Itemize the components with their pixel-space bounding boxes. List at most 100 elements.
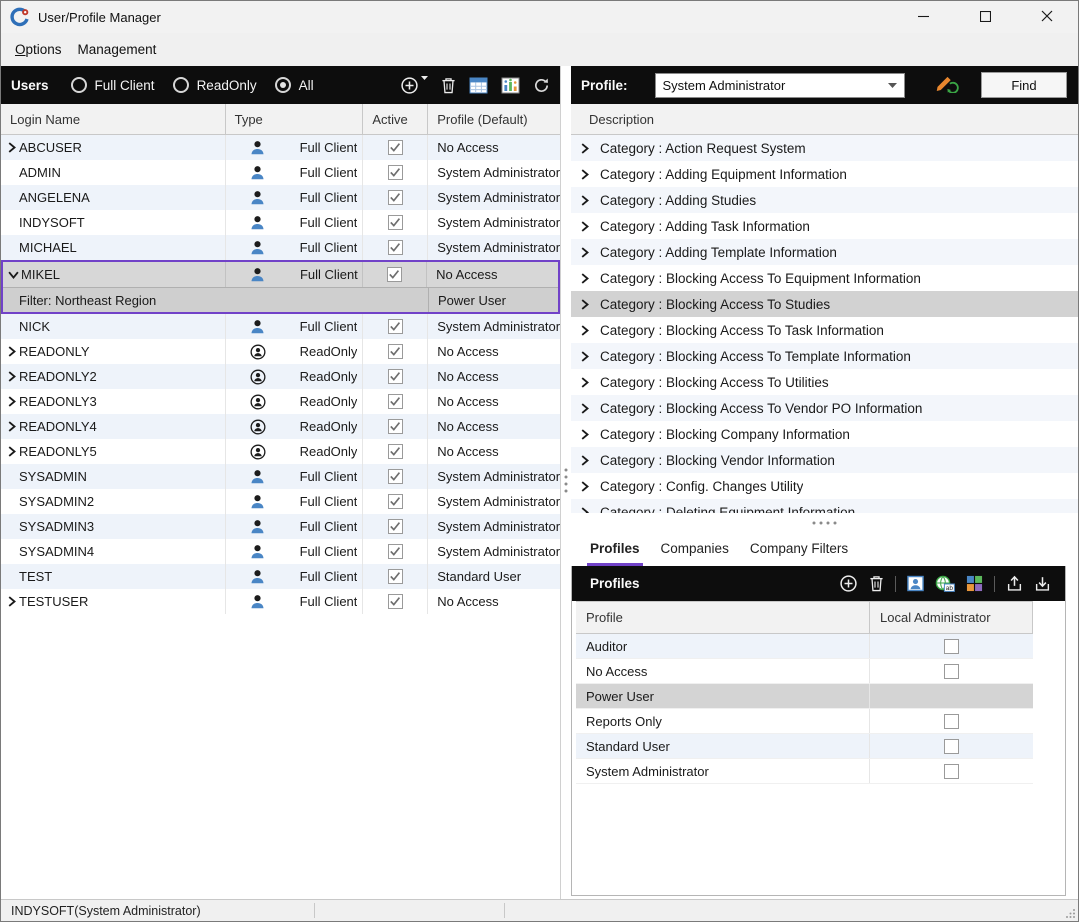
radio-readonly[interactable]: ReadOnly (173, 77, 257, 93)
active-checkbox[interactable] (388, 519, 403, 534)
expand-toggle-icon[interactable] (6, 396, 19, 407)
category-row[interactable]: Category : Blocking Access To Studies (571, 291, 1078, 317)
profile-row-standard-user[interactable]: Standard User (576, 734, 1033, 759)
active-checkbox[interactable] (388, 419, 403, 434)
category-row[interactable]: Category : Adding Studies (571, 187, 1078, 213)
expand-toggle-icon[interactable] (579, 377, 590, 388)
category-row[interactable]: Category : Blocking Company Information (571, 421, 1078, 447)
active-checkbox[interactable] (388, 494, 403, 509)
active-checkbox[interactable] (388, 190, 403, 205)
active-checkbox[interactable] (388, 319, 403, 334)
active-checkbox[interactable] (388, 394, 403, 409)
category-row[interactable]: Category : Blocking Access To Template I… (571, 343, 1078, 369)
profile-row-auditor[interactable]: Auditor (576, 634, 1033, 659)
expand-toggle-icon[interactable] (6, 446, 19, 457)
active-checkbox[interactable] (388, 569, 403, 584)
user-filter-subrow[interactable]: Filter: Northeast RegionPower User (3, 287, 558, 312)
active-checkbox[interactable] (388, 444, 403, 459)
radio-full-client[interactable]: Full Client (71, 77, 155, 93)
user-row-sysadmin3[interactable]: SYSADMIN3Full ClientSystem Administrator (1, 514, 560, 539)
category-row[interactable]: Category : Blocking Access To Vendor PO … (571, 395, 1078, 421)
expand-toggle-icon[interactable] (579, 403, 590, 414)
active-checkbox[interactable] (387, 267, 402, 282)
user-list-view-button[interactable] (469, 77, 488, 94)
profile-grid-button[interactable] (966, 575, 983, 592)
active-checkbox[interactable] (388, 165, 403, 180)
export-profiles-button[interactable] (1006, 575, 1023, 592)
tab-companies[interactable]: Companies (658, 533, 732, 566)
profile-row-power-user[interactable]: Power User (576, 684, 1033, 709)
user-row-michael[interactable]: MICHAELFull ClientSystem Administrator (1, 235, 560, 260)
profile-user-card-button[interactable] (907, 575, 924, 592)
delete-user-button[interactable] (441, 77, 456, 94)
close-button[interactable] (1016, 1, 1078, 33)
expand-toggle-icon[interactable] (6, 346, 19, 357)
expand-toggle-icon[interactable] (579, 169, 590, 180)
user-row-test[interactable]: TESTFull ClientStandard User (1, 564, 560, 589)
local-admin-checkbox[interactable] (944, 739, 959, 754)
profile-select[interactable]: System Administrator (655, 73, 905, 98)
active-checkbox[interactable] (388, 240, 403, 255)
active-checkbox[interactable] (388, 140, 403, 155)
panel-splitter[interactable] (561, 66, 571, 899)
user-row-abcuser[interactable]: ABCUSERFull ClientNo Access (1, 135, 560, 160)
expand-toggle-icon[interactable] (579, 325, 590, 336)
radio-all[interactable]: All (275, 77, 314, 93)
expand-toggle-icon[interactable] (579, 481, 590, 492)
profile-translate-button[interactable]: ab (935, 575, 955, 592)
column-header-login-name[interactable]: Login Name (1, 104, 226, 134)
active-checkbox[interactable] (388, 369, 403, 384)
add-user-button[interactable] (400, 76, 428, 95)
expand-toggle-icon[interactable] (579, 273, 590, 284)
resize-grip-icon[interactable] (1065, 908, 1076, 919)
expand-toggle-icon[interactable] (579, 299, 590, 310)
user-row-sysadmin4[interactable]: SYSADMIN4Full ClientSystem Administrator (1, 539, 560, 564)
profile-row-reports-only[interactable]: Reports Only (576, 709, 1033, 734)
expand-toggle-icon[interactable] (6, 596, 19, 607)
user-row-readonly5[interactable]: READONLY5ReadOnlyNo Access (1, 439, 560, 464)
add-profile-button[interactable] (839, 574, 858, 593)
tab-company-filters[interactable]: Company Filters (747, 533, 851, 566)
profile-sync-button[interactable] (936, 74, 959, 96)
category-row[interactable]: Category : Adding Template Information (571, 239, 1078, 265)
active-checkbox[interactable] (388, 215, 403, 230)
user-row-indysoft[interactable]: INDYSOFTFull ClientSystem Administrator (1, 210, 560, 235)
maximize-button[interactable] (954, 1, 1016, 33)
user-row-readonly4[interactable]: READONLY4ReadOnlyNo Access (1, 414, 560, 439)
user-row-mikel[interactable]: MIKELFull ClientNo Access (3, 262, 558, 287)
user-row-readonly3[interactable]: READONLY3ReadOnlyNo Access (1, 389, 560, 414)
active-checkbox[interactable] (388, 344, 403, 359)
category-row[interactable]: Category : Config. Changes Utility (571, 473, 1078, 499)
user-row-angelena[interactable]: ANGELENAFull ClientSystem Administrator (1, 185, 560, 210)
expand-toggle-icon[interactable] (579, 351, 590, 362)
user-row-testuser[interactable]: TESTUSERFull ClientNo Access (1, 589, 560, 614)
local-admin-checkbox[interactable] (944, 664, 959, 679)
expand-toggle-icon[interactable] (579, 247, 590, 258)
expand-toggle-icon[interactable] (6, 142, 19, 153)
horizontal-splitter[interactable] (571, 513, 1078, 527)
local-admin-checkbox[interactable] (944, 764, 959, 779)
expand-toggle-icon[interactable] (579, 143, 590, 154)
user-report-view-button[interactable] (501, 77, 520, 94)
menu-item-management[interactable]: Management (70, 37, 165, 62)
category-row[interactable]: Category : Deleting Equipment Informatio… (571, 499, 1078, 513)
category-row[interactable]: Category : Blocking Vendor Information (571, 447, 1078, 473)
find-button[interactable]: Find (981, 72, 1067, 98)
active-checkbox[interactable] (388, 469, 403, 484)
expand-toggle-icon[interactable] (6, 421, 19, 432)
menu-item-options[interactable]: Options (7, 37, 70, 62)
expand-toggle-icon[interactable] (6, 371, 19, 382)
category-row[interactable]: Category : Blocking Access To Task Infor… (571, 317, 1078, 343)
column-header-active[interactable]: Active (363, 104, 428, 134)
expand-toggle-icon[interactable] (8, 269, 21, 280)
category-row[interactable]: Category : Blocking Access To Utilities (571, 369, 1078, 395)
user-row-readonly[interactable]: READONLYReadOnlyNo Access (1, 339, 560, 364)
minimize-button[interactable] (892, 1, 954, 33)
delete-profile-button[interactable] (869, 575, 884, 592)
category-row[interactable]: Category : Action Request System (571, 135, 1078, 161)
tab-profiles[interactable]: Profiles (587, 533, 643, 566)
description-column-header[interactable]: Description (571, 104, 1078, 135)
user-row-sysadmin2[interactable]: SYSADMIN2Full ClientSystem Administrator (1, 489, 560, 514)
profile-row-no-access[interactable]: No Access (576, 659, 1033, 684)
category-row[interactable]: Category : Blocking Access To Equipment … (571, 265, 1078, 291)
